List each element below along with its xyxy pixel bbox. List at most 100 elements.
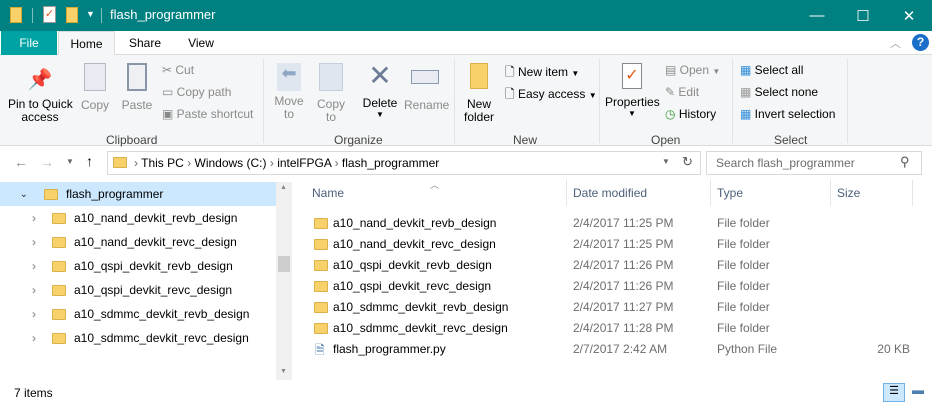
column-header-size[interactable]: Size <box>837 186 860 200</box>
tree-item-flash-programmer[interactable]: ⌄ flash_programmer <box>0 182 276 206</box>
file-row[interactable]: a10_nand_devkit_revb_design 2/4/2017 11:2… <box>310 213 910 234</box>
tree-item[interactable]: › a10_nand_devkit_revb_design <box>0 206 276 230</box>
folder-icon <box>52 284 66 296</box>
group-label-new: New <box>513 133 538 147</box>
large-icons-view-button[interactable]: ▬ <box>908 383 928 402</box>
tab-share[interactable]: Share <box>120 31 170 55</box>
edit-icon: ✎ <box>665 85 679 99</box>
tab-home[interactable]: Home <box>58 31 115 56</box>
file-row[interactable]: 🗎 flash_programmer.py 2/7/2017 2:42 AM Pyth… <box>310 339 910 360</box>
copy-icon <box>84 63 106 91</box>
paste-shortcut-button[interactable]: ▣ Paste shortcut <box>162 107 253 121</box>
breadcrumb-this-pc[interactable]: This PC <box>141 156 184 170</box>
navigation-bar: ← → ▼ ↑ › This PC › Windows (C:) › intel… <box>0 148 932 180</box>
rename-button[interactable]: Rename <box>404 63 449 112</box>
chevron-right-icon[interactable]: › <box>0 211 44 225</box>
details-view-button[interactable]: ☰ <box>883 383 905 402</box>
divider <box>101 8 102 23</box>
forward-button[interactable]: → <box>40 154 54 170</box>
divider <box>599 59 600 143</box>
copy-path-icon: ▭ <box>162 85 177 99</box>
folder-icon <box>52 332 66 344</box>
group-label-organize: Organize <box>334 133 383 147</box>
chevron-right-icon[interactable]: › <box>0 283 44 297</box>
new-folder-button[interactable]: New folder <box>462 63 496 124</box>
history-icon: ◷ <box>665 107 679 121</box>
recent-locations-button[interactable]: ▼ <box>66 157 74 166</box>
column-header-type[interactable]: Type <box>717 186 743 200</box>
move-to-icon: ⬅ <box>277 63 301 91</box>
search-input[interactable]: Search flash_programmer <box>706 151 922 175</box>
refresh-icon[interactable]: ↻ <box>682 154 693 170</box>
file-row[interactable]: a10_qspi_devkit_revb_design 2/4/2017 11:2… <box>310 255 910 276</box>
cut-button[interactable]: ✂ Cut <box>162 63 194 77</box>
tree-item[interactable]: › a10_sdmmc_devkit_revc_design <box>0 326 276 350</box>
open-button[interactable]: ▤ Open ▼ <box>665 63 720 77</box>
history-button[interactable]: ◷ History <box>665 107 716 121</box>
select-none-icon: ▦ <box>740 85 755 99</box>
delete-x-icon: ✕ <box>368 60 392 91</box>
scrollbar-thumb[interactable] <box>278 256 290 272</box>
open-icon: ▤ <box>665 63 680 77</box>
column-header-name[interactable]: Name <box>312 186 344 200</box>
tree-scrollbar[interactable]: ▲ ▼ <box>276 182 292 380</box>
copy-button[interactable]: Copy <box>80 63 110 112</box>
column-header-date[interactable]: Date modified <box>573 186 647 200</box>
maximize-button[interactable]: ☐ <box>840 0 886 31</box>
sort-ascending-icon: ︿ <box>430 180 440 190</box>
folder-icon <box>314 302 328 313</box>
paste-button[interactable]: Paste <box>120 63 154 112</box>
chevron-right-icon[interactable]: › <box>0 259 44 273</box>
up-button[interactable]: ↑ <box>86 153 93 169</box>
address-dropdown-icon[interactable]: ▼ <box>662 157 670 166</box>
folder-icon <box>314 239 328 250</box>
invert-selection-button[interactable]: ▦ Invert selection <box>740 107 835 121</box>
tree-item[interactable]: › a10_qspi_devkit_revc_design <box>0 278 276 302</box>
file-row[interactable]: a10_qspi_devkit_revc_design 2/4/2017 11:2… <box>310 276 910 297</box>
file-row[interactable]: a10_sdmmc_devkit_revb_design 2/4/2017 11:… <box>310 297 910 318</box>
tree-item[interactable]: › a10_nand_devkit_revc_design <box>0 230 276 254</box>
customize-quick-access-icon[interactable]: ▼ <box>86 9 95 19</box>
minimize-button[interactable]: — <box>794 0 840 31</box>
new-item-button[interactable]: 🗋 New item ▼ <box>505 63 579 84</box>
file-row[interactable]: a10_nand_devkit_revc_design 2/4/2017 11:2… <box>310 234 910 255</box>
pin-to-quick-access-button[interactable]: 📌 Pin to Quick access <box>8 67 73 124</box>
dropdown-arrow-icon: ▼ <box>628 109 636 118</box>
ribbon-tabs: File Home Share View ︿ ? <box>0 31 932 56</box>
status-bar: 7 items ☰ ▬ <box>0 380 932 405</box>
back-button[interactable]: ← <box>14 154 28 170</box>
new-folder-quick-icon[interactable] <box>66 7 78 23</box>
easy-access-button[interactable]: 🗋 Easy access ▼ <box>505 85 597 106</box>
collapse-ribbon-icon[interactable]: ︿ <box>890 35 901 51</box>
select-all-button[interactable]: ▦ Select all <box>740 63 803 77</box>
copy-path-button[interactable]: ▭ Copy path <box>162 85 231 99</box>
paste-shortcut-icon: ▣ <box>162 107 177 121</box>
properties-button[interactable]: ✓ Properties ▼ <box>605 63 660 118</box>
help-icon[interactable]: ? <box>912 34 929 51</box>
breadcrumb-flash-programmer[interactable]: flash_programmer <box>342 156 439 170</box>
chevron-right-icon[interactable]: › <box>0 331 44 345</box>
chevron-right-icon[interactable]: › <box>0 235 44 249</box>
edit-button[interactable]: ✎ Edit <box>665 85 699 99</box>
folder-icon <box>52 236 66 248</box>
file-row[interactable]: a10_sdmmc_devkit_revc_design 2/4/2017 11:… <box>310 318 910 339</box>
chevron-right-icon[interactable]: › <box>0 307 44 321</box>
tab-file[interactable]: File <box>1 31 57 55</box>
copy-to-button[interactable]: Copy to <box>314 63 348 124</box>
chevron-down-icon[interactable]: ⌄ <box>0 189 28 200</box>
select-none-button[interactable]: ▦ Select none <box>740 85 818 99</box>
delete-button[interactable]: ✕ Delete ▼ <box>362 60 398 119</box>
tree-item[interactable]: › a10_qspi_devkit_revb_design <box>0 254 276 278</box>
group-label-clipboard: Clipboard <box>106 133 158 147</box>
easy-access-icon: 🗋 <box>505 87 518 101</box>
breadcrumb-intelfpga[interactable]: intelFPGA <box>277 156 331 170</box>
address-bar[interactable]: › This PC › Windows (C:) › intelFPGA › f… <box>107 151 701 175</box>
tab-view[interactable]: View <box>176 31 226 55</box>
ribbon: 📌 Pin to Quick access Copy Paste ✂ Cut ▭… <box>0 55 932 147</box>
close-button[interactable]: ✕ <box>886 0 932 31</box>
properties-quick-icon[interactable]: ✓ <box>43 6 56 23</box>
file-list: ︿ Name Date modified Type Size a10_nand_… <box>300 180 932 380</box>
tree-item[interactable]: › a10_sdmmc_devkit_revb_design <box>0 302 276 326</box>
breadcrumb-windows-c[interactable]: Windows (C:) <box>195 156 267 170</box>
move-to-button[interactable]: ⬅ Move to <box>272 63 306 121</box>
